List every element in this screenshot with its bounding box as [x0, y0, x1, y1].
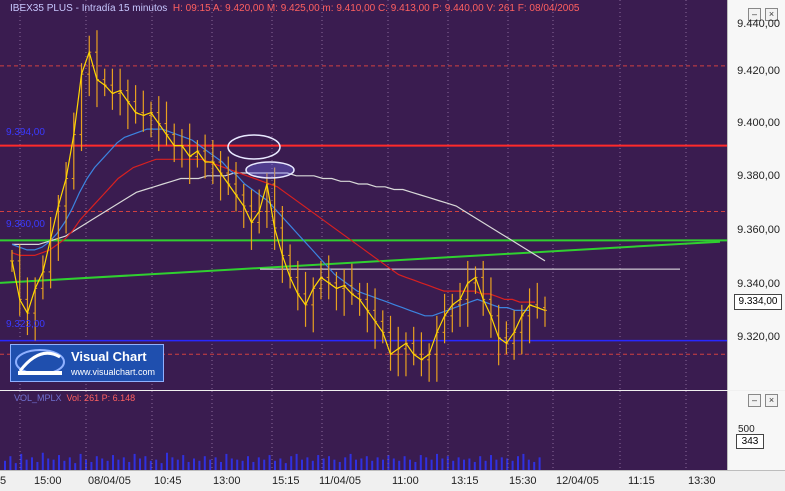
- date-label: 11/04/05: [319, 475, 362, 487]
- price-tick: 9.440,00: [737, 18, 780, 30]
- price-axis: – × 9.440,00 9.420,00 9.400,00 9.380,00 …: [727, 0, 785, 390]
- current-volume-tag: 343: [736, 434, 764, 449]
- ma-mid-line: [11, 158, 535, 303]
- price-chart[interactable]: [0, 0, 727, 390]
- resistance-label: 9.394,00: [6, 127, 45, 138]
- support-label: 9.323,00: [6, 319, 45, 330]
- volume-pane[interactable]: VOL_MPLX Vol: 261 P: 6.148: [0, 391, 727, 470]
- ma-fast-line: [11, 128, 530, 317]
- chart-header: IBEX35 PLUS - Intradía 15 minutos H: 09:…: [10, 3, 579, 14]
- instrument-title: IBEX35 PLUS - Intradía 15 minutos: [10, 3, 168, 14]
- visual-chart-logo: Visual Chart www.visualchart.com: [10, 344, 164, 382]
- volume-indicator-name: VOL_MPLX: [14, 393, 62, 403]
- minimize-icon[interactable]: –: [748, 394, 761, 407]
- chart-window: IBEX35 PLUS - Intradía 15 minutos H: 09:…: [0, 0, 785, 491]
- close-line: [11, 50, 546, 361]
- logo-swoosh-icon: [15, 349, 65, 375]
- logo-title: Visual Chart: [71, 349, 147, 364]
- volume-details: Vol: 261 P: 6.148: [66, 393, 136, 403]
- time-label: 11:00: [392, 475, 419, 487]
- time-axis: 5 15:00 08/04/05 10:45 13:00 15:15 11/04…: [0, 470, 785, 491]
- volume-header: VOL_MPLX Vol: 261 P: 6.148: [14, 393, 135, 403]
- date-label: 08/04/05: [88, 475, 131, 487]
- price-tick: 9.380,00: [737, 170, 780, 182]
- time-label: 13:00: [213, 475, 241, 487]
- logo-url: www.visualchart.com: [71, 367, 156, 377]
- ma-slow-line: [12, 172, 546, 262]
- time-label: 5: [0, 475, 7, 487]
- volume-axis: – × 500 343: [727, 391, 785, 470]
- time-label: 13:15: [451, 475, 479, 487]
- highlight-ellipse: [245, 161, 295, 179]
- time-label: 10:45: [154, 475, 182, 487]
- highlight-ellipse: [227, 134, 281, 160]
- price-tick: 9.320,00: [737, 331, 780, 343]
- close-icon[interactable]: ×: [765, 394, 778, 407]
- price-chart-pane[interactable]: IBEX35 PLUS - Intradía 15 minutos H: 09:…: [0, 0, 727, 390]
- time-label: 13:30: [688, 475, 716, 487]
- bar-details: H: 09:15 A: 9.420,00 M: 9.425,00 m: 9.41…: [172, 3, 580, 14]
- time-label: 15:15: [272, 475, 300, 487]
- rising-trendline: [0, 240, 721, 284]
- time-label: 15:00: [34, 475, 62, 487]
- price-tick: 9.400,00: [737, 117, 780, 129]
- time-label: 15:30: [509, 475, 537, 487]
- price-tick: 9.340,00: [737, 278, 780, 290]
- price-tick: 9.360,00: [737, 224, 780, 236]
- date-label: 12/04/05: [556, 475, 599, 487]
- price-tick: 9.420,00: [737, 65, 780, 77]
- volume-pane-controls: – ×: [748, 394, 778, 407]
- time-label: 11:15: [628, 475, 655, 487]
- middle-level-label: 9.360,00: [6, 219, 45, 230]
- current-price-tag: 9.334,00: [734, 294, 782, 310]
